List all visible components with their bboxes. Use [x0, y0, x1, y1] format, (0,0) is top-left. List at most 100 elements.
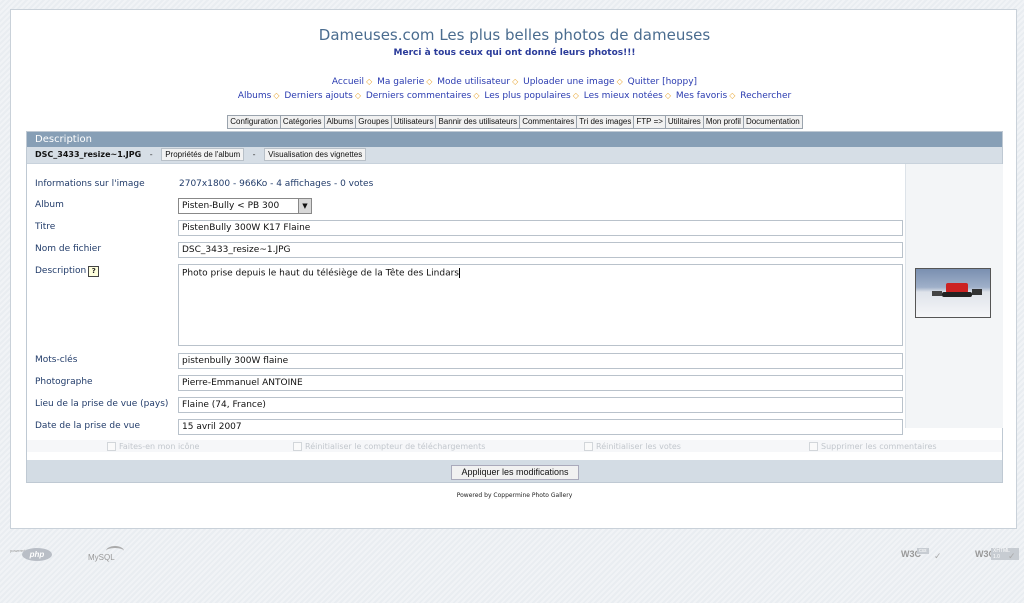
- nav-plus-populaires[interactable]: Les plus populaires: [484, 91, 570, 101]
- album-properties-link[interactable]: Propriétés de l'album: [161, 148, 245, 161]
- date-label: Date de la prise de vue: [35, 421, 141, 431]
- option-reset-downloads[interactable]: Réinitialiser le compteur de téléchargem…: [293, 442, 485, 451]
- admin-utilisateurs-button[interactable]: Utilisateurs: [390, 115, 437, 129]
- thumbnail-column: [905, 164, 1003, 428]
- admin-categories-button[interactable]: Catégories: [279, 115, 325, 129]
- css-tag: css: [917, 548, 929, 554]
- album-select-value: Pisten-Bully < PB 300: [182, 201, 280, 211]
- sub-nav: Albums ◇ Derniers ajouts ◇ Derniers commen…: [11, 91, 1018, 101]
- nav-separator-icon: ◇: [664, 91, 672, 100]
- nav-derniers-ajouts[interactable]: Derniers ajouts: [284, 91, 352, 101]
- description-label: Description: [35, 266, 87, 276]
- admin-configuration-button[interactable]: Configuration: [227, 115, 281, 129]
- nav-separator-icon: ◇: [366, 77, 373, 86]
- date-input[interactable]: 15 avril 2007: [178, 419, 903, 435]
- top-nav: Accueil ◇ Ma galerie ◇ Mode utilisateur ◇ U…: [11, 77, 1018, 87]
- nav-albums[interactable]: Albums: [238, 91, 272, 101]
- admin-utilitaires-button[interactable]: Utilitaires: [664, 115, 704, 129]
- checkbox-icon[interactable]: [584, 442, 593, 451]
- info-label: Informations sur l'image: [35, 179, 145, 189]
- chevron-down-icon[interactable]: ▼: [298, 199, 311, 213]
- admin-groupes-button[interactable]: Groupes: [355, 115, 392, 129]
- checkmark-icon: ✓: [934, 551, 942, 561]
- admin-bannir-button[interactable]: Bannir des utilisateurs: [435, 115, 521, 129]
- powered-by: Powered by Coppermine Photo Gallery: [456, 492, 573, 499]
- checkbox-icon[interactable]: [809, 442, 818, 451]
- admin-albums-button[interactable]: Albums: [323, 115, 357, 129]
- checkmark-icon: ✓: [1008, 551, 1016, 561]
- filename-label: Nom de fichier: [35, 244, 102, 254]
- nav-accueil[interactable]: Accueil: [332, 77, 364, 87]
- admin-toolbar: Configuration Catégories Albums Groupes Util…: [11, 115, 1018, 129]
- location-label: Lieu de la prise de vue (pays): [35, 399, 169, 409]
- w3c-css-badge[interactable]: W3C css ✓: [901, 546, 945, 564]
- page-frame: Dameuses.com Les plus belles photos de d…: [10, 9, 1017, 529]
- mysql-badge[interactable]: MySQL: [84, 546, 126, 564]
- filename-input[interactable]: DSC_3433_resize~1.JPG: [178, 242, 903, 258]
- option-make-icon-label: Faites-en mon icône: [119, 442, 200, 451]
- panel-footer: Appliquer les modifications: [27, 460, 1002, 482]
- description-text: Photo prise depuis le haut du télésiège …: [182, 268, 460, 279]
- checkbox-icon[interactable]: [107, 442, 116, 451]
- view-thumbnails-link[interactable]: Visualisation des vignettes: [264, 148, 367, 161]
- mysql-logo-text: MySQL: [88, 553, 115, 562]
- option-reset-votes[interactable]: Réinitialiser les votes: [584, 442, 681, 451]
- nav-separator-icon: ◇: [572, 91, 579, 100]
- keywords-input[interactable]: pistenbully 300W flaine: [178, 353, 903, 369]
- keywords-label: Mots-clés: [35, 355, 78, 365]
- nav-quitter[interactable]: Quitter [hoppy]: [628, 77, 697, 87]
- info-value: 2707x1800 - 966Ko - 4 affichages - 0 vot…: [179, 179, 374, 189]
- admin-mon-profil-button[interactable]: Mon profil: [702, 115, 744, 129]
- nav-separator-icon: ◇: [273, 91, 280, 100]
- nav-separator-icon: ◇: [354, 91, 361, 100]
- image-thumbnail[interactable]: [915, 268, 991, 318]
- nav-mode-utilisateur[interactable]: Mode utilisateur: [437, 77, 510, 87]
- album-select[interactable]: Pisten-Bully < PB 300 ▼: [178, 198, 312, 214]
- groomer-track-shape: [942, 292, 972, 297]
- nav-mes-favoris[interactable]: Mes favoris: [676, 91, 727, 101]
- nav-separator-icon: ◇: [729, 91, 736, 100]
- title-label: Titre: [35, 222, 56, 232]
- description-textarea[interactable]: Photo prise depuis le haut du télésiège …: [178, 264, 903, 346]
- subheader-separator: -: [252, 150, 256, 159]
- php-logo-icon: php: [22, 548, 52, 561]
- options-row: Faites-en mon icône Réinitialiser le com…: [27, 440, 1002, 452]
- checkbox-icon[interactable]: [293, 442, 302, 451]
- admin-documentation-button[interactable]: Documentation: [742, 115, 803, 129]
- help-icon[interactable]: ?: [88, 266, 100, 277]
- nav-separator-icon: ◇: [512, 77, 519, 86]
- option-delete-comments[interactable]: Supprimer les commentaires: [809, 442, 937, 451]
- option-delete-comments-label: Supprimer les commentaires: [821, 442, 937, 451]
- nav-separator-icon: ◇: [473, 91, 480, 100]
- site-title: Dameuses.com Les plus belles photos de d…: [318, 26, 711, 44]
- nav-rechercher[interactable]: Rechercher: [740, 91, 791, 101]
- admin-tri-images-button[interactable]: Tri des images: [576, 115, 635, 129]
- admin-commentaires-button[interactable]: Commentaires: [519, 115, 578, 129]
- admin-ftp-button[interactable]: FTP =>: [633, 115, 666, 129]
- option-reset-votes-label: Réinitialiser les votes: [596, 442, 681, 451]
- file-name-heading: DSC_3433_resize~1.JPG: [35, 150, 142, 159]
- photographer-label: Photographe: [35, 377, 93, 387]
- option-make-icon[interactable]: Faites-en mon icône: [107, 442, 199, 451]
- text-cursor: [459, 268, 461, 278]
- location-input[interactable]: Flaine (74, France): [178, 397, 903, 413]
- site-subtitle: Merci à tous ceux qui ont donné leurs ph…: [393, 48, 636, 58]
- nav-separator-icon: ◇: [426, 77, 433, 86]
- nav-uploader[interactable]: Uploader une image: [523, 77, 614, 87]
- panel-title: Description: [27, 132, 1002, 147]
- w3c-xhtml-badge[interactable]: W3C XHTML 1.0 ✓: [975, 546, 1019, 564]
- description-panel: Description DSC_3433_resize~1.JPG - Prop…: [26, 131, 1003, 483]
- php-badge[interactable]: powered by php: [10, 546, 52, 564]
- subheader-separator: -: [149, 150, 153, 159]
- nav-mieux-notees[interactable]: Les mieux notées: [584, 91, 663, 101]
- album-label: Album: [35, 200, 64, 210]
- apply-changes-button[interactable]: Appliquer les modifications: [451, 465, 579, 480]
- nav-ma-galerie[interactable]: Ma galerie: [377, 77, 424, 87]
- groomer-tiller-shape: [972, 289, 982, 295]
- title-input[interactable]: PistenBully 300W K17 Flaine: [178, 220, 903, 236]
- option-reset-downloads-label: Réinitialiser le compteur de téléchargem…: [305, 442, 486, 451]
- groomer-blade-shape: [932, 291, 942, 296]
- photographer-input[interactable]: Pierre-Emmanuel ANTOINE: [178, 375, 903, 391]
- nav-derniers-commentaires[interactable]: Derniers commentaires: [366, 91, 472, 101]
- nav-separator-icon: ◇: [616, 77, 623, 86]
